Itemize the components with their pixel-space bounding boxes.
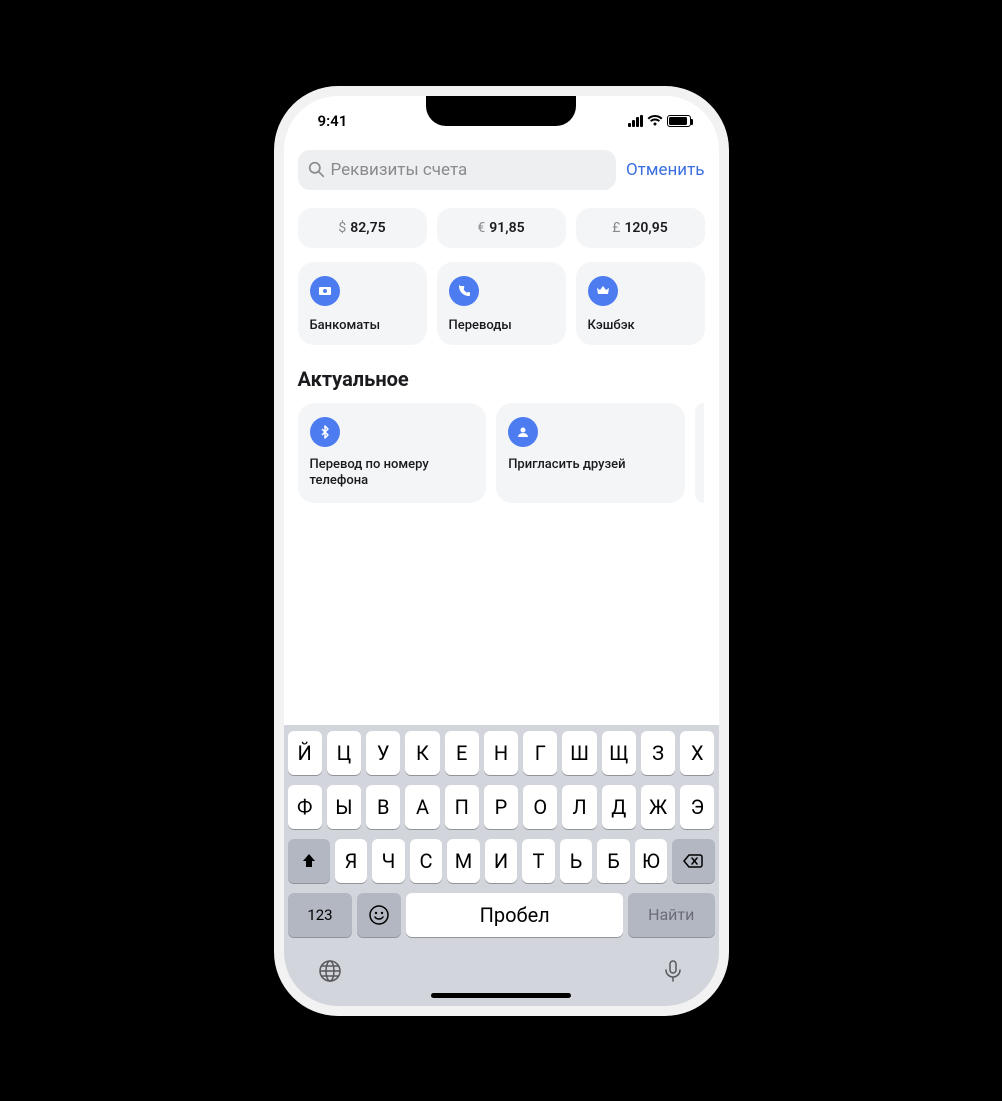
feature-cards: Перевод по номеру телефона Пригласить др… <box>298 403 705 503</box>
space-key[interactable]: Пробел <box>406 893 622 937</box>
phone-screen: 9:41 Реквизиты счета Отменить <box>284 96 719 1006</box>
key[interactable]: Й <box>288 731 322 775</box>
key[interactable]: Ж <box>641 785 675 829</box>
cash-icon <box>310 276 340 306</box>
phone-frame: 9:41 Реквизиты счета Отменить <box>274 86 729 1016</box>
rate-symbol: £ <box>612 220 620 236</box>
tile-label: Банкоматы <box>310 318 415 333</box>
tile-label: Переводы <box>449 318 554 333</box>
search-input[interactable]: Реквизиты счета <box>298 150 616 190</box>
rates-row: $ 82,75 € 91,85 £ 120,95 <box>298 208 705 248</box>
keyboard-row-1: Й Ц У К Е Н Г Ш Щ З Х <box>288 731 715 775</box>
phone-icon <box>449 276 479 306</box>
mic-icon <box>660 958 686 984</box>
rate-eur[interactable]: € 91,85 <box>437 208 566 248</box>
numeric-key[interactable]: 123 <box>288 893 353 937</box>
status-indicators <box>628 115 691 127</box>
globe-icon <box>317 958 343 984</box>
key[interactable]: Ы <box>327 785 361 829</box>
home-indicator[interactable] <box>431 993 571 998</box>
key[interactable]: Э <box>680 785 714 829</box>
key[interactable]: Ю <box>635 839 668 883</box>
status-time: 9:41 <box>318 112 348 130</box>
keyboard: Й Ц У К Е Н Г Ш Щ З Х Ф Ы В А П Р О Л <box>284 725 719 1006</box>
action-tiles: Банкоматы Переводы Кэшбэк <box>298 262 705 345</box>
crown-icon <box>588 276 618 306</box>
rate-usd[interactable]: $ 82,75 <box>298 208 427 248</box>
key[interactable]: Я <box>335 839 368 883</box>
key[interactable]: В <box>366 785 400 829</box>
keyboard-row-2: Ф Ы В А П Р О Л Д Ж Э <box>288 785 715 829</box>
mic-key[interactable] <box>659 957 687 985</box>
globe-key[interactable] <box>316 957 344 985</box>
key[interactable]: Е <box>445 731 479 775</box>
key[interactable]: Г <box>523 731 557 775</box>
tile-cashback[interactable]: Кэшбэк <box>576 262 705 345</box>
key[interactable]: Ф <box>288 785 322 829</box>
enter-key[interactable]: Найти <box>628 893 715 937</box>
feature-label: Перевод по номеру телефона <box>310 457 475 490</box>
key[interactable]: Ш <box>562 731 596 775</box>
backspace-key[interactable] <box>672 839 714 883</box>
search-icon <box>308 161 325 178</box>
shift-icon <box>300 852 318 870</box>
rate-symbol: $ <box>338 220 346 236</box>
search-placeholder: Реквизиты счета <box>331 160 468 180</box>
battery-icon <box>667 115 691 127</box>
rate-value: 82,75 <box>350 220 385 236</box>
rate-symbol: € <box>477 220 485 236</box>
keyboard-row-4: 123 Пробел Найти <box>288 893 715 937</box>
person-add-icon <box>508 417 538 447</box>
keyboard-row-3: Я Ч С М И Т Ь Б Ю <box>288 839 715 883</box>
main-content: Реквизиты счета Отменить $ 82,75 € 91,85… <box>284 146 719 725</box>
key[interactable]: Т <box>522 839 555 883</box>
emoji-key[interactable] <box>357 893 401 937</box>
key[interactable]: У <box>366 731 400 775</box>
tile-atm[interactable]: Банкоматы <box>298 262 427 345</box>
feature-peek[interactable] <box>695 403 705 503</box>
key[interactable]: Х <box>680 731 714 775</box>
feature-transfer-by-phone[interactable]: Перевод по номеру телефона <box>298 403 487 503</box>
key[interactable]: З <box>641 731 675 775</box>
feature-invite-friends[interactable]: Пригласить друзей <box>496 403 685 503</box>
key[interactable]: К <box>405 731 439 775</box>
key[interactable]: И <box>485 839 518 883</box>
shift-key[interactable] <box>288 839 330 883</box>
key[interactable]: Ь <box>560 839 593 883</box>
key[interactable]: Щ <box>602 731 636 775</box>
key[interactable]: Д <box>602 785 636 829</box>
key[interactable]: Ч <box>372 839 405 883</box>
key[interactable]: О <box>523 785 557 829</box>
tile-transfers[interactable]: Переводы <box>437 262 566 345</box>
key[interactable]: М <box>447 839 480 883</box>
signal-icon <box>628 115 643 127</box>
rate-value: 120,95 <box>624 220 667 236</box>
rate-value: 91,85 <box>489 220 524 236</box>
keyboard-footer <box>288 947 715 989</box>
bluetooth-icon <box>310 417 340 447</box>
key[interactable]: А <box>405 785 439 829</box>
emoji-icon <box>368 904 390 926</box>
wifi-icon <box>647 115 663 127</box>
key[interactable]: П <box>445 785 479 829</box>
feature-label: Пригласить друзей <box>508 457 673 473</box>
key[interactable]: С <box>410 839 443 883</box>
search-row: Реквизиты счета Отменить <box>298 150 705 190</box>
rate-gbp[interactable]: £ 120,95 <box>576 208 705 248</box>
key[interactable]: Ц <box>327 731 361 775</box>
backspace-icon <box>682 852 704 870</box>
cancel-button[interactable]: Отменить <box>626 160 705 180</box>
tile-label: Кэшбэк <box>588 318 693 333</box>
section-title: Актуальное <box>298 367 705 391</box>
notch <box>426 96 576 126</box>
key[interactable]: Б <box>597 839 630 883</box>
key[interactable]: Н <box>484 731 518 775</box>
key[interactable]: Р <box>484 785 518 829</box>
key[interactable]: Л <box>562 785 596 829</box>
